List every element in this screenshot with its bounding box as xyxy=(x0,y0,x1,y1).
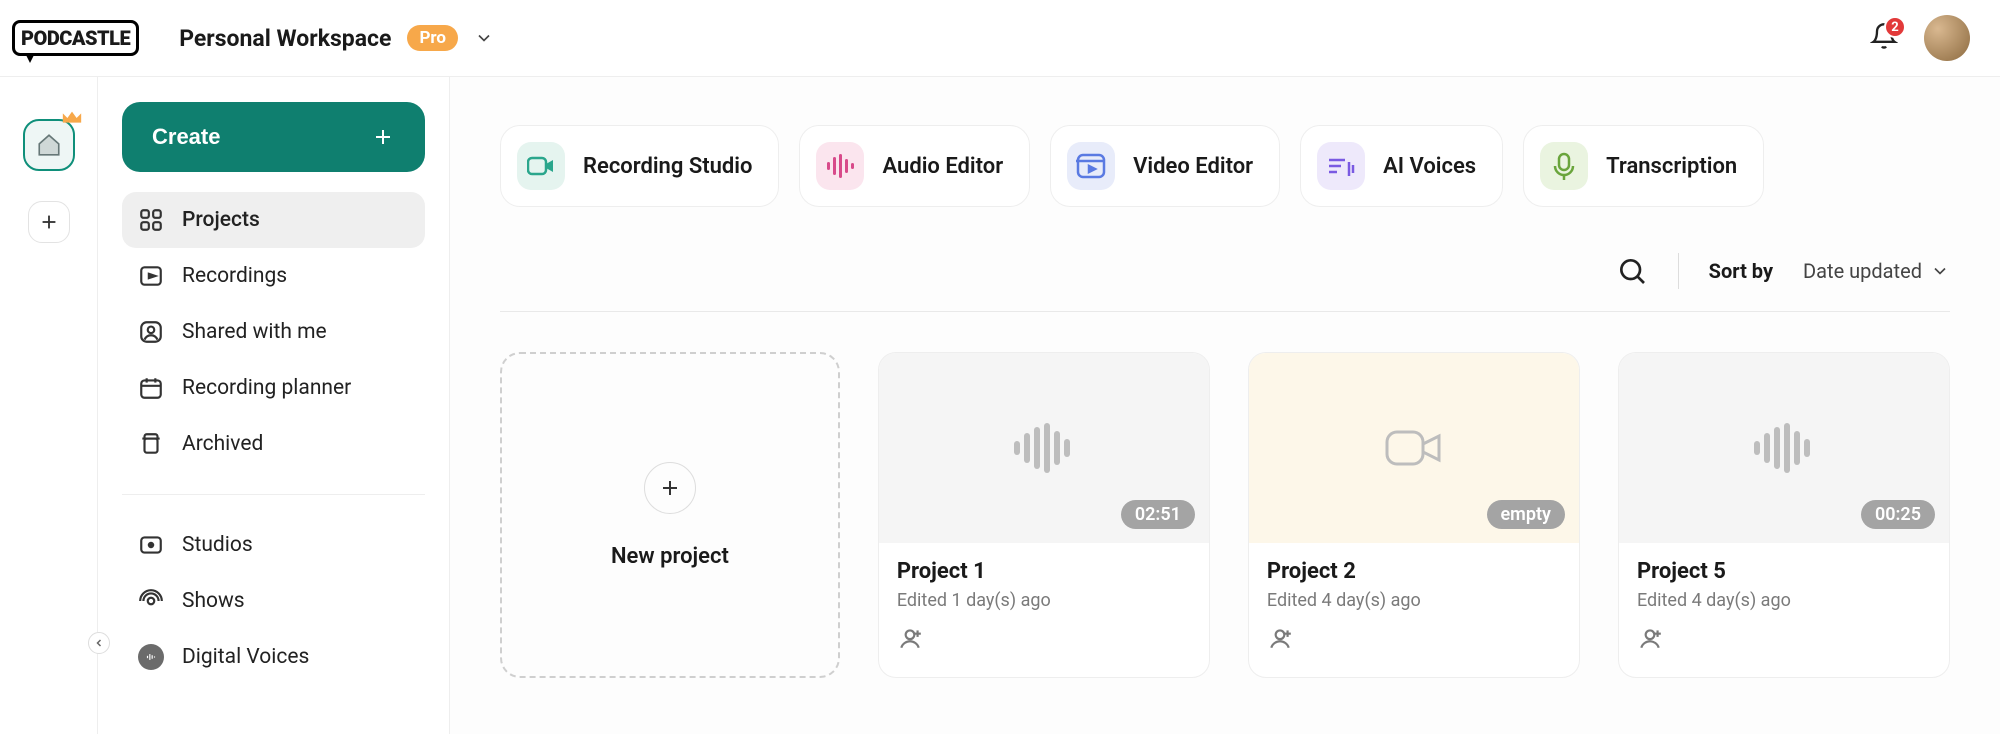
tool-ai-voices[interactable]: AI Voices xyxy=(1300,125,1503,207)
duration-badge: 00:25 xyxy=(1861,500,1935,529)
chevron-down-icon xyxy=(474,28,494,48)
sidebar-item-label: Recordings xyxy=(182,264,287,288)
brand-logo[interactable]: PODCASTLE xyxy=(12,20,139,56)
project-subtitle: Edited 4 day(s) ago xyxy=(1267,590,1561,611)
project-thumbnail: empty xyxy=(1249,353,1579,543)
sidebar-item-shows[interactable]: Shows xyxy=(122,573,425,629)
sidebar-item-shared[interactable]: Shared with me xyxy=(122,304,425,360)
project-card[interactable]: 00:25 Project 5 Edited 4 day(s) ago xyxy=(1618,352,1950,678)
sidebar-item-label: Projects xyxy=(182,208,260,232)
video-icon xyxy=(1067,142,1115,190)
sort-by-selector[interactable]: Date updated xyxy=(1803,259,1950,283)
tool-label: Audio Editor xyxy=(882,154,1003,179)
create-button-label: Create xyxy=(152,124,220,150)
plus-icon xyxy=(38,211,60,233)
sidebar-divider xyxy=(122,494,425,495)
ai-voice-icon xyxy=(1317,142,1365,190)
sidebar-item-archived[interactable]: Archived xyxy=(122,416,425,472)
home-icon xyxy=(36,132,62,158)
project-title: Project 1 xyxy=(897,559,1191,584)
camera-icon xyxy=(517,142,565,190)
audio-wave-icon xyxy=(1012,423,1076,473)
tool-video-editor[interactable]: Video Editor xyxy=(1050,125,1280,207)
plus-icon xyxy=(371,125,395,149)
chevron-left-icon xyxy=(93,637,105,649)
notifications-button[interactable]: 2 xyxy=(1870,22,1898,54)
workspace-name: Personal Workspace xyxy=(179,25,391,52)
project-card[interactable]: 02:51 Project 1 Edited 1 day(s) ago xyxy=(878,352,1210,678)
recording-icon xyxy=(138,263,164,289)
user-avatar[interactable] xyxy=(1924,15,1970,61)
tool-transcription[interactable]: Transcription xyxy=(1523,125,1764,207)
grid-icon xyxy=(138,207,164,233)
tool-label: Transcription xyxy=(1606,154,1737,179)
chevron-down-icon xyxy=(1930,261,1950,281)
sidebar-item-digital-voices[interactable]: Digital Voices xyxy=(122,629,425,685)
crown-icon xyxy=(61,109,83,127)
duration-badge: 02:51 xyxy=(1121,500,1195,529)
sidebar-item-projects[interactable]: Projects xyxy=(122,192,425,248)
project-card[interactable]: empty Project 2 Edited 4 day(s) ago xyxy=(1248,352,1580,678)
audio-wave-icon xyxy=(816,142,864,190)
content-area: Recording Studio Audio Editor Video Edit… xyxy=(450,77,2000,734)
tool-label: Recording Studio xyxy=(583,154,752,179)
tool-label: Video Editor xyxy=(1133,154,1253,179)
project-thumbnail: 00:25 xyxy=(1619,353,1949,543)
sidebar-item-label: Shows xyxy=(182,589,245,613)
new-project-card[interactable]: New project xyxy=(500,352,840,678)
sidebar-item-label: Archived xyxy=(182,432,263,456)
sidebar: Create Projects Recordings Shared with m… xyxy=(98,77,450,734)
sidebar-item-label: Studios xyxy=(182,533,253,557)
tool-audio-editor[interactable]: Audio Editor xyxy=(799,125,1030,207)
tool-recording-studio[interactable]: Recording Studio xyxy=(500,125,779,207)
transcription-icon xyxy=(1540,142,1588,190)
project-subtitle: Edited 1 day(s) ago xyxy=(897,590,1191,611)
share-user-icon[interactable] xyxy=(897,625,923,651)
search-button[interactable] xyxy=(1616,255,1648,287)
tool-label: AI Voices xyxy=(1383,154,1476,179)
sidebar-item-label: Recording planner xyxy=(182,376,351,400)
voice-icon xyxy=(138,644,164,670)
share-user-icon[interactable] xyxy=(1267,625,1293,651)
workspace-switcher[interactable]: Personal Workspace Pro xyxy=(179,25,494,52)
sort-by-value: Date updated xyxy=(1803,259,1922,283)
sidebar-item-studios[interactable]: Studios xyxy=(122,517,425,573)
sidebar-item-label: Digital Voices xyxy=(182,645,309,669)
divider xyxy=(1678,253,1679,289)
sidebar-item-label: Shared with me xyxy=(182,320,327,344)
video-camera-icon xyxy=(1385,426,1443,470)
rail-home-button[interactable] xyxy=(23,119,75,171)
audio-wave-icon xyxy=(1752,423,1816,473)
trash-icon xyxy=(138,431,164,457)
share-user-icon[interactable] xyxy=(1637,625,1663,651)
project-subtitle: Edited 4 day(s) ago xyxy=(1637,590,1931,611)
project-thumbnail: 02:51 xyxy=(879,353,1209,543)
shared-icon xyxy=(138,319,164,345)
tool-cards-row: Recording Studio Audio Editor Video Edit… xyxy=(500,125,1950,207)
sort-by-label: Sort by xyxy=(1709,259,1773,283)
collapse-sidebar-button[interactable] xyxy=(88,632,110,654)
broadcast-icon xyxy=(138,588,164,614)
duration-badge: empty xyxy=(1487,500,1565,529)
project-title: Project 5 xyxy=(1637,559,1931,584)
sidebar-item-planner[interactable]: Recording planner xyxy=(122,360,425,416)
plus-circle-icon xyxy=(644,462,696,514)
left-rail xyxy=(0,77,98,734)
project-title: Project 2 xyxy=(1267,559,1561,584)
projects-grid: New project 02:51 Project 1 xyxy=(500,352,1950,678)
notification-count: 2 xyxy=(1884,16,1906,38)
plan-badge: Pro xyxy=(407,25,458,51)
sidebar-item-recordings[interactable]: Recordings xyxy=(122,248,425,304)
list-controls: Sort by Date updated xyxy=(500,253,1950,312)
new-project-label: New project xyxy=(611,544,729,569)
topbar: PODCASTLE Personal Workspace Pro 2 xyxy=(0,0,2000,77)
studio-icon xyxy=(138,532,164,558)
rail-add-button[interactable] xyxy=(28,201,70,243)
create-button[interactable]: Create xyxy=(122,102,425,172)
calendar-icon xyxy=(138,375,164,401)
